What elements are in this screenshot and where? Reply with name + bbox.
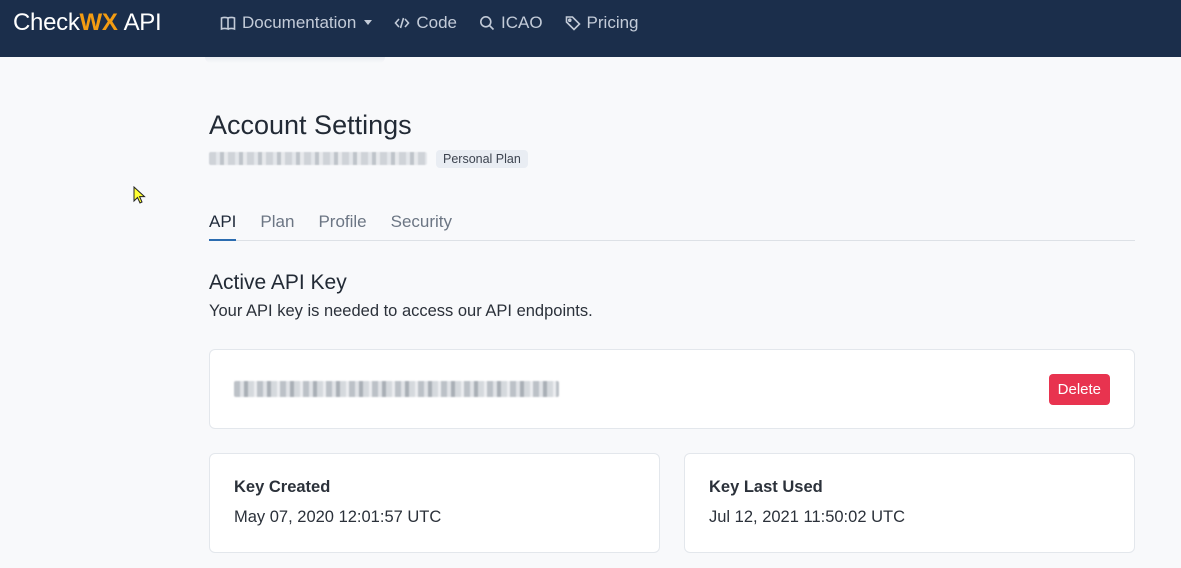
book-icon (220, 16, 236, 30)
key-last-used-card: Key Last Used Jul 12, 2021 11:50:02 UTC (684, 453, 1135, 553)
dropdown-shadow (205, 57, 385, 63)
tag-icon (565, 15, 581, 31)
nav-links: Documentation Code ICAO Pricing (220, 0, 661, 45)
search-icon (479, 15, 495, 30)
tab-plan[interactable]: Plan (260, 212, 294, 241)
api-key-card: Delete (209, 349, 1135, 429)
nav-icao-label: ICAO (500, 12, 543, 32)
mouse-cursor-icon (133, 186, 146, 204)
tab-security[interactable]: Security (391, 212, 452, 241)
nav-icao[interactable]: ICAO (479, 13, 543, 33)
plan-badge: Personal Plan (436, 150, 528, 168)
nav-pricing-label: Pricing (586, 12, 639, 32)
settings-tabs: API Plan Profile Security (209, 212, 1135, 241)
api-section-title: Active API Key (209, 271, 347, 294)
api-key-redacted (234, 381, 559, 397)
nav-documentation[interactable]: Documentation (220, 12, 373, 33)
top-navbar: Check WX API Documentation Code ICAO Prici… (0, 0, 1181, 57)
brand-logo[interactable]: Check WX API (13, 9, 162, 37)
code-icon (394, 17, 410, 28)
nav-code-label: Code (416, 12, 457, 32)
chevron-down-icon (364, 20, 373, 25)
tab-profile[interactable]: Profile (318, 212, 366, 241)
brand-wx: WX (79, 9, 118, 36)
nav-code[interactable]: Code (394, 13, 457, 33)
key-last-used-value: Jul 12, 2021 11:50:02 UTC (709, 508, 905, 526)
delete-key-button[interactable]: Delete (1048, 374, 1110, 405)
key-created-card: Key Created May 07, 2020 12:01:57 UTC (209, 453, 660, 553)
tab-api[interactable]: API (209, 212, 237, 241)
api-section-description: Your API key is needed to access our API… (209, 302, 593, 320)
key-last-used-label: Key Last Used (709, 478, 823, 496)
page-title: Account Settings (209, 110, 412, 140)
nav-pricing[interactable]: Pricing (565, 13, 639, 33)
key-created-value: May 07, 2020 12:01:57 UTC (234, 508, 442, 526)
key-created-label: Key Created (234, 478, 331, 496)
nav-documentation-label: Documentation (242, 12, 357, 32)
brand-check: Check (13, 9, 80, 36)
account-email-redacted (209, 152, 427, 165)
brand-api: API (123, 9, 162, 36)
